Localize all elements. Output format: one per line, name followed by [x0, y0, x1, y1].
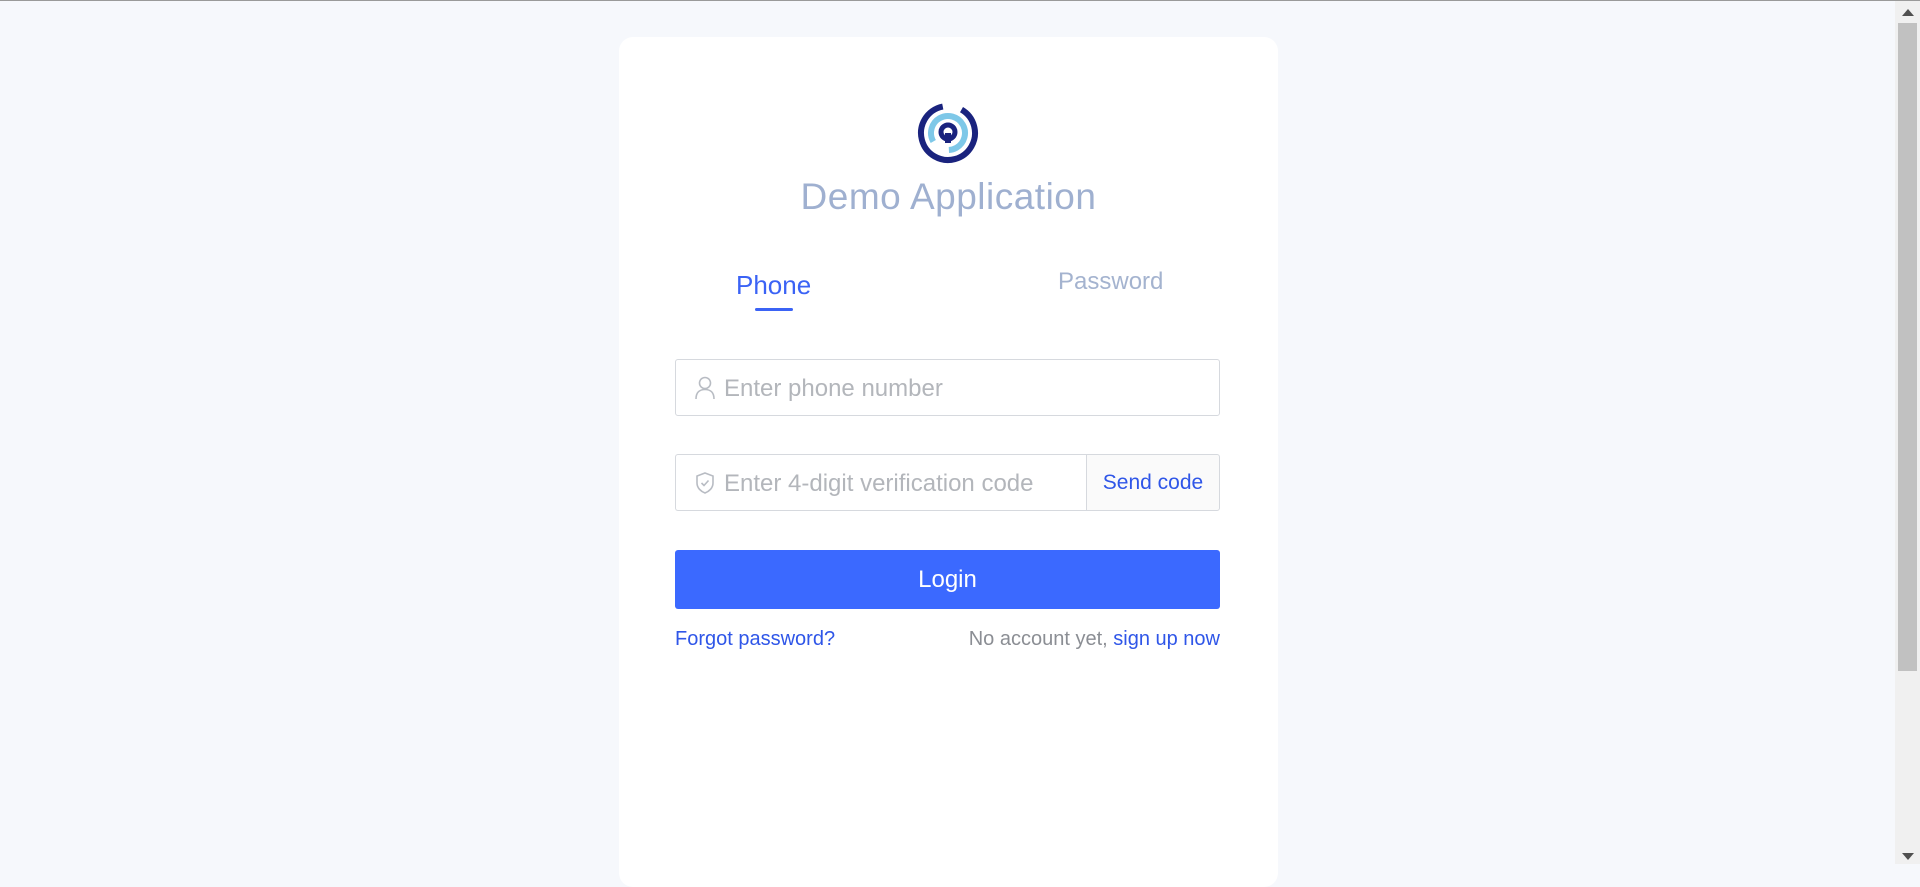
forgot-password-link[interactable]: Forgot password?	[675, 628, 835, 651]
active-tab-indicator	[755, 308, 793, 311]
app-logo-icon	[918, 103, 978, 163]
no-account-text: No account yet,	[968, 628, 1114, 650]
verification-code-field	[675, 454, 1087, 512]
phone-input[interactable]	[722, 360, 1076, 417]
login-button[interactable]: Login	[675, 550, 1220, 609]
shield-icon	[696, 472, 714, 494]
tab-phone[interactable]: Phone	[736, 270, 811, 301]
app-title: Demo Application	[800, 176, 1097, 217]
signup-prompt: No account yet, sign up now	[900, 628, 1220, 651]
scroll-up-arrow-icon[interactable]	[1902, 9, 1914, 16]
scrollbar-thumb[interactable]	[1898, 23, 1917, 671]
vertical-scrollbar[interactable]	[1895, 1, 1920, 864]
send-code-button[interactable]: Send code	[1086, 454, 1220, 511]
scroll-down-arrow-icon[interactable]	[1902, 853, 1914, 860]
signup-link[interactable]: sign up now	[1113, 628, 1220, 650]
verification-code-input[interactable]	[722, 455, 1076, 512]
user-icon	[695, 376, 715, 400]
tab-password[interactable]: Password	[1058, 268, 1163, 296]
phone-field	[675, 359, 1220, 417]
